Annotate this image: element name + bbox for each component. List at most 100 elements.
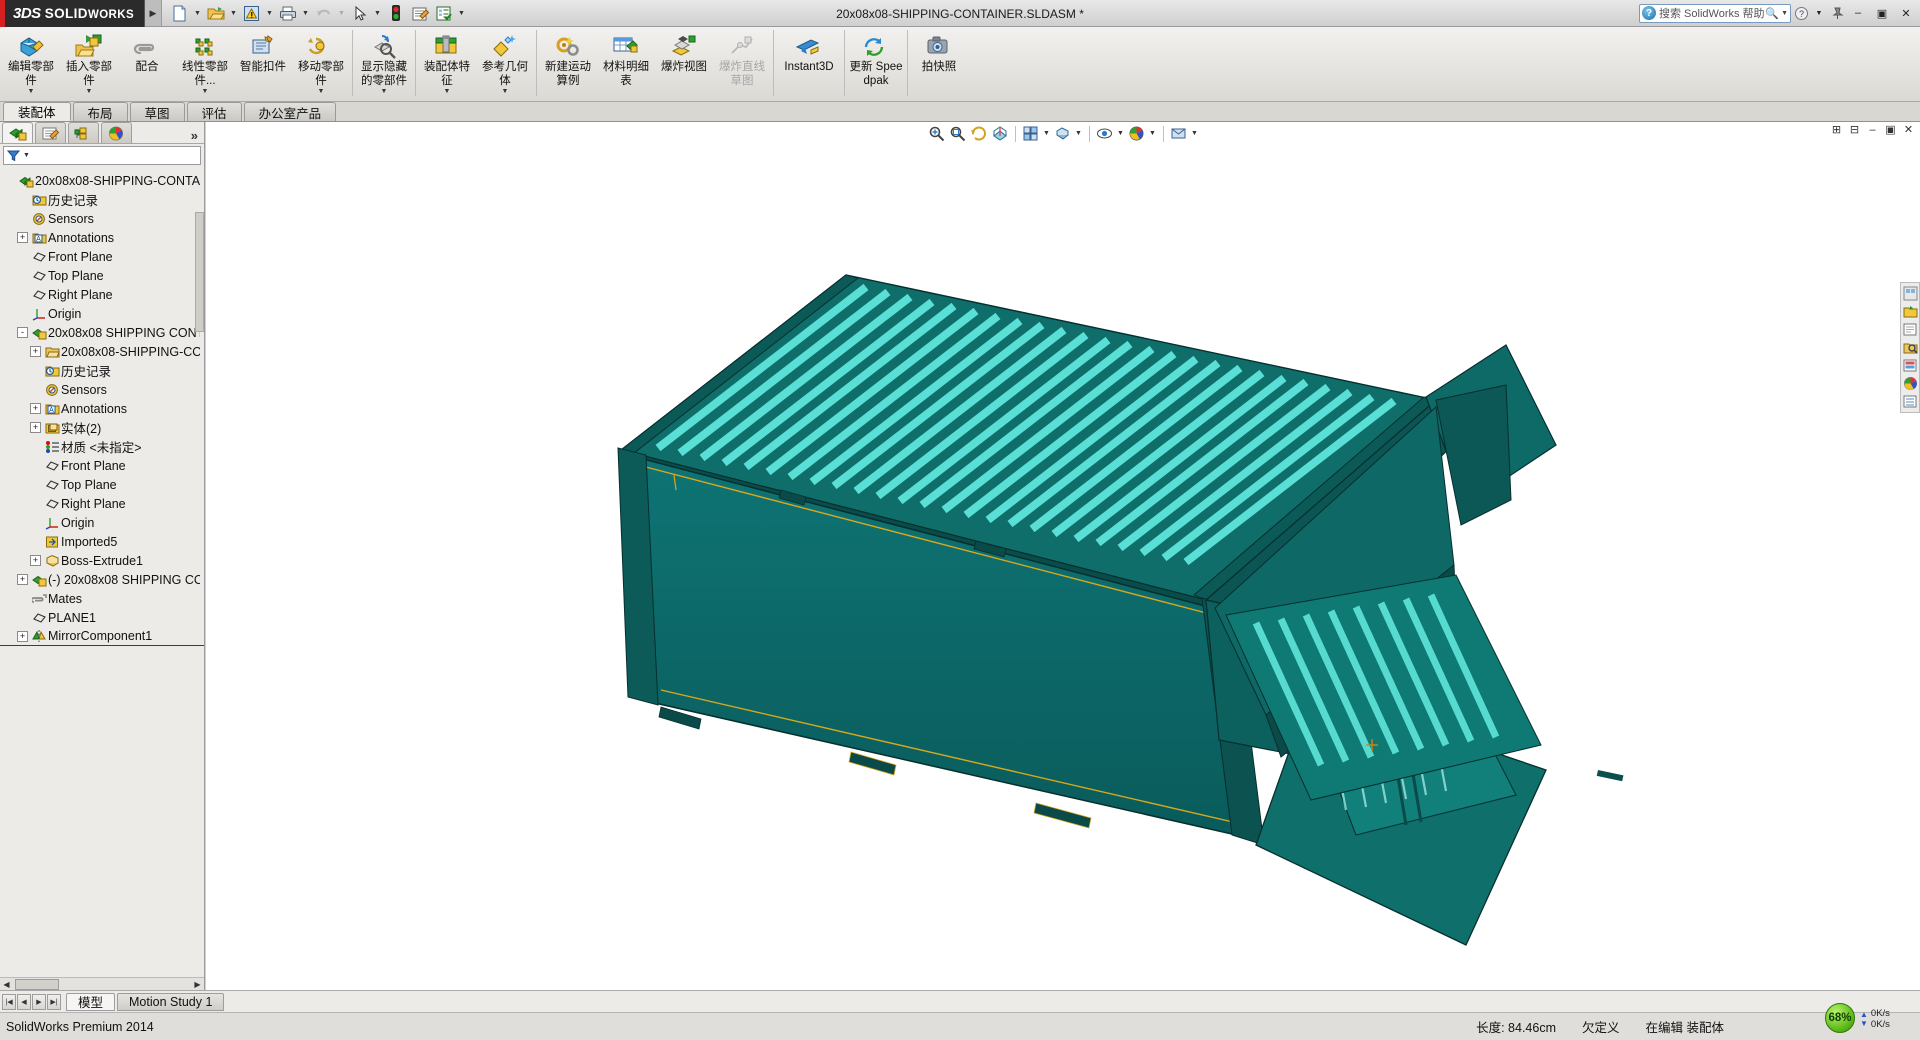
new-document-icon[interactable]: [168, 2, 191, 25]
pin-icon[interactable]: [1829, 2, 1845, 25]
ribbon-caret-icon[interactable]: ▼: [28, 88, 35, 95]
tree-horizontal-scrollbar[interactable]: ◀ ▶: [0, 977, 204, 990]
select-arrow-icon[interactable]: [348, 2, 371, 25]
ribbon-button-assembly-feature[interactable]: 装配体特征 ▼: [418, 27, 476, 100]
collapse-icon[interactable]: -: [17, 327, 28, 338]
ribbon-button-move-component[interactable]: 移动零部件 ▼: [292, 27, 350, 100]
ribbon-button-linear-pattern[interactable]: 线性零部件... ▼: [176, 27, 234, 100]
display-style-icon[interactable]: [1053, 124, 1073, 144]
rebuild-icon[interactable]: [384, 2, 407, 25]
tree-item-sensors[interactable]: Sensors: [0, 380, 204, 399]
viewport-close-button[interactable]: ✕: [1901, 123, 1916, 136]
undo-icon[interactable]: [312, 2, 335, 25]
tree-item-plane1[interactable]: PLANE1: [0, 608, 204, 627]
bottom-tab-motion-study[interactable]: Motion Study 1: [117, 992, 225, 1011]
zoom-to-fit-icon[interactable]: [927, 124, 947, 144]
bottom-tab-model[interactable]: 模型: [66, 992, 116, 1011]
open-document-icon[interactable]: [204, 2, 227, 25]
tree-item-front-plane[interactable]: Front Plane: [0, 456, 204, 475]
tab-last-icon[interactable]: ▶|: [47, 993, 61, 1010]
hide-show-caret-icon[interactable]: ▼: [1116, 124, 1126, 144]
tree-item-[interactable]: 历史记录: [0, 190, 204, 209]
view-palette-icon[interactable]: [1902, 285, 1919, 302]
minimize-window-button[interactable]: –: [1847, 4, 1869, 23]
view-orientation-icon[interactable]: [1021, 124, 1041, 144]
scroll-left-arrow-icon[interactable]: ◀: [0, 978, 13, 991]
tree-item-20x08x08-shipping-co[interactable]: + (-) 20x08x08 SHIPPING CO: [0, 570, 204, 589]
tab-prev-icon[interactable]: ◀: [17, 993, 31, 1010]
search-help-input[interactable]: ? 搜索 SolidWorks 帮助 🔍 ▼: [1639, 3, 1791, 23]
tree-item-annotations[interactable]: + A Annotations: [0, 399, 204, 418]
custom-properties-icon[interactable]: [1902, 393, 1919, 410]
expand-icon[interactable]: +: [17, 232, 28, 243]
help-button[interactable]: ?: [1793, 2, 1809, 25]
tree-item-right-plane[interactable]: Right Plane: [0, 494, 204, 513]
file-explorer-icon[interactable]: [1902, 321, 1919, 338]
tree-item-origin[interactable]: Origin: [0, 513, 204, 532]
settings-caret-icon[interactable]: ▼: [456, 2, 467, 25]
display-manager-tab[interactable]: [101, 122, 132, 143]
tree-item-front-plane[interactable]: Front Plane: [0, 247, 204, 266]
tree-item-mates[interactable]: Mates: [0, 589, 204, 608]
appearances-caret-icon[interactable]: ▼: [1148, 124, 1158, 144]
display-style-caret-icon[interactable]: ▼: [1074, 124, 1084, 144]
shipping-container-model[interactable]: y x z: [206, 145, 1920, 990]
tree-item-right-plane[interactable]: Right Plane: [0, 285, 204, 304]
print-caret-icon[interactable]: ▼: [300, 2, 311, 25]
ribbon-caret-icon[interactable]: ▼: [502, 88, 509, 95]
ribbon-button-take-snapshot[interactable]: 拍快照: [910, 27, 968, 100]
appearances-icon[interactable]: [1127, 124, 1147, 144]
ribbon-button-new-motion-study[interactable]: 新建运动算例: [539, 27, 597, 100]
select-caret-icon[interactable]: ▼: [372, 2, 383, 25]
tab-first-icon[interactable]: |◀: [2, 993, 16, 1010]
view-settings-caret-icon[interactable]: ▼: [1190, 124, 1200, 144]
tree-item-[interactable]: 历史记录: [0, 361, 204, 380]
close-window-button[interactable]: ✕: [1895, 4, 1917, 23]
ribbon-button-bill-of-materials[interactable]: 材料明细表: [597, 27, 655, 100]
tree-item-sensors[interactable]: Sensors: [0, 209, 204, 228]
property-manager-tab[interactable]: [35, 122, 66, 143]
ribbon-button-smart-fastener[interactable]: 智能扣件: [234, 27, 292, 100]
design-library-icon[interactable]: [1902, 303, 1919, 320]
tree-item-annotations[interactable]: + A Annotations: [0, 228, 204, 247]
ribbon-button-instant3d[interactable]: Instant3D: [776, 27, 842, 100]
tree-filter-bar[interactable]: ▼: [3, 146, 201, 165]
tree-item-20x08x08-shipping-cont[interactable]: - 20x08x08 SHIPPING CONT: [0, 323, 204, 342]
previous-view-icon[interactable]: [969, 124, 989, 144]
tree-item-top-plane[interactable]: Top Plane: [0, 475, 204, 494]
settings-list-icon[interactable]: [432, 2, 455, 25]
new-document-caret-icon[interactable]: ▼: [192, 2, 203, 25]
ribbon-button-mate[interactable]: 配合: [118, 27, 176, 100]
tree-item-top-plane[interactable]: Top Plane: [0, 266, 204, 285]
scroll-right-arrow-icon[interactable]: ▶: [191, 978, 204, 991]
tree-item-origin[interactable]: Origin: [0, 304, 204, 323]
tree-item-mirrorcomponent1[interactable]: + MirrorComponent1: [0, 627, 204, 646]
ribbon-button-show-hidden-components[interactable]: 显示隐藏的零部件 ▼: [355, 27, 413, 100]
ribbon-button-insert-component[interactable]: 插入零部件 ▼: [60, 27, 118, 100]
scenes-library-icon[interactable]: [1902, 375, 1919, 392]
viewport-minimize-button[interactable]: –: [1865, 124, 1880, 136]
tree-item-2[interactable]: + 实体(2): [0, 418, 204, 437]
ribbon-caret-icon[interactable]: ▼: [86, 88, 93, 95]
tree-item-20x08x08-shipping-contain[interactable]: 20x08x08-SHIPPING-CONTAIN: [0, 171, 204, 190]
section-view-icon[interactable]: [990, 124, 1010, 144]
tree-item-20x08x08-shipping-co[interactable]: +20x08x08-SHIPPING-CO: [0, 342, 204, 361]
tab-assembly[interactable]: 装配体: [3, 102, 71, 121]
ribbon-caret-icon[interactable]: ▼: [381, 88, 388, 95]
scroll-thumb[interactable]: [15, 978, 59, 990]
appearances-library-icon[interactable]: [1902, 357, 1919, 374]
tab-evaluate[interactable]: 评估: [186, 102, 242, 121]
expand-icon[interactable]: +: [17, 574, 28, 585]
ribbon-caret-icon[interactable]: ▼: [318, 88, 325, 95]
ribbon-button-explode-line-sketch[interactable]: 爆炸直线草图: [713, 27, 771, 100]
tree-item-[interactable]: 材质 <未指定>: [0, 437, 204, 456]
options-notes-icon[interactable]: [408, 2, 431, 25]
ribbon-caret-icon[interactable]: ▼: [444, 88, 451, 95]
viewport-tile-button[interactable]: ⊞: [1829, 123, 1844, 136]
feature-tree[interactable]: 20x08x08-SHIPPING-CONTAIN 历史记录 Sensors + A An…: [0, 167, 204, 977]
manager-tabs-overflow-icon[interactable]: »: [191, 128, 204, 143]
restore-window-button[interactable]: ▣: [1871, 4, 1893, 23]
search-caret-icon[interactable]: ▼: [1781, 10, 1788, 17]
view-settings-icon[interactable]: [1169, 124, 1189, 144]
zoom-to-area-icon[interactable]: [948, 124, 968, 144]
